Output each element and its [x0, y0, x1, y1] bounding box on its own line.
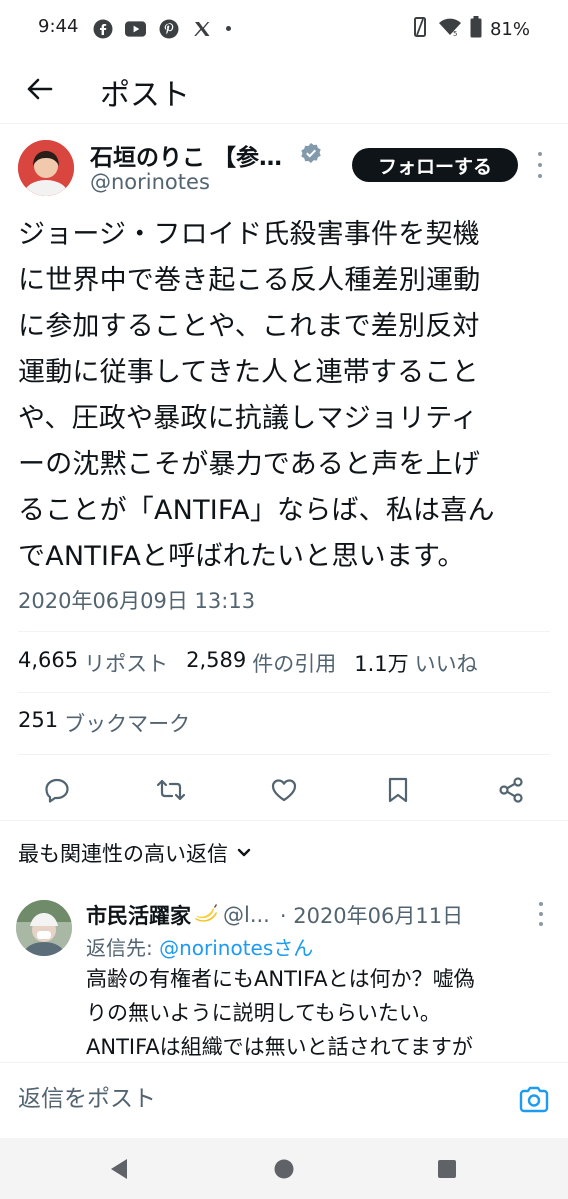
reply-button[interactable]	[41, 774, 73, 806]
top-app-bar: ポスト	[0, 58, 568, 124]
reply-author-name[interactable]: 市民活躍家	[86, 900, 191, 930]
tweet-author: 石垣のりこ 【参… @norinotes フォローする	[0, 130, 568, 206]
chevron-down-icon	[237, 848, 251, 857]
bookmarks-label: ブックマーク	[64, 712, 191, 736]
bookmark-icon	[388, 777, 408, 803]
reply-to-link[interactable]: @norinotesさん	[159, 936, 313, 960]
divider	[18, 692, 550, 693]
system-icons: 5 81%	[410, 16, 530, 42]
youtube-icon	[125, 18, 146, 39]
like-button[interactable]	[268, 774, 300, 806]
wifi-icon: 5	[438, 17, 462, 41]
divider	[18, 631, 550, 632]
reply-item[interactable]: 市民活躍家 @l... · 2020年06月11日 返信先: @norinote…	[0, 890, 568, 1060]
share-icon	[499, 777, 523, 803]
reply-to: 返信先: @norinotesさん	[86, 932, 313, 961]
page-title: ポスト	[100, 78, 190, 113]
tweet-actions	[0, 768, 568, 812]
divider	[18, 754, 550, 755]
quotes-count[interactable]: 2,589	[186, 648, 246, 678]
divider	[0, 820, 568, 821]
bookmark-stats: 251 ブックマーク	[18, 708, 208, 738]
banana-icon	[193, 902, 219, 929]
tweet-timestamp[interactable]: 2020年06月09日 13:13	[18, 585, 255, 615]
square-recents-icon	[438, 1160, 456, 1178]
arrow-left-icon	[27, 78, 53, 100]
reply-header: 市民活躍家 @l... · 2020年06月11日	[86, 900, 463, 930]
reply-sort-dropdown[interactable]: 最も関連性の高い返信	[18, 838, 252, 868]
system-navigation-bar	[0, 1138, 568, 1199]
vibrate-icon	[410, 16, 430, 42]
likes-label[interactable]: いいね	[415, 648, 478, 678]
reply-input[interactable]	[18, 1081, 478, 1117]
bookmarks-count: 251	[18, 708, 59, 732]
author-avatar[interactable]	[18, 140, 74, 196]
reply-avatar[interactable]	[16, 900, 72, 956]
verified-badge-icon	[300, 142, 322, 164]
svg-text:5: 5	[453, 30, 457, 37]
reposts-count[interactable]: 4,665	[18, 648, 78, 678]
camera-button[interactable]	[518, 1085, 550, 1115]
pinterest-icon	[158, 18, 179, 39]
reply-composer	[0, 1062, 568, 1138]
likes-count[interactable]: 1.1万	[354, 648, 408, 678]
repost-icon	[156, 779, 186, 801]
reply-date[interactable]: · 2020年06月11日	[280, 900, 463, 930]
circle-home-icon	[274, 1159, 294, 1179]
more-options-icon[interactable]	[532, 152, 548, 178]
reply-author-handle[interactable]: @l...	[223, 903, 270, 927]
reply-to-prefix: 返信先:	[86, 936, 160, 960]
bookmark-button[interactable]	[382, 774, 414, 806]
reply-text: 高齢の有権者にもANTIFAとは何か？嘘偽 りの無いように説明してもらいたい。 …	[86, 967, 475, 1059]
battery-percent: 81%	[489, 18, 530, 40]
status-time: 9:44	[38, 16, 79, 37]
x-icon	[191, 18, 212, 39]
facebook-icon	[92, 18, 113, 39]
notification-icons	[92, 18, 231, 39]
quotes-label[interactable]: 件の引用	[252, 648, 336, 678]
nav-recents-button[interactable]	[434, 1156, 460, 1182]
nav-back-button[interactable]	[106, 1156, 132, 1182]
reply-more-options-icon[interactable]	[534, 902, 548, 926]
author-name[interactable]: 石垣のりこ 【参…	[90, 138, 282, 172]
triangle-back-icon	[111, 1159, 127, 1179]
tweet-text: ジョージ・フロイド氏殺害事件を契機 に世界中で巻き起こる反人種差別運動 に参加す…	[18, 219, 495, 572]
reply-icon	[45, 778, 69, 803]
camera-icon	[519, 1086, 549, 1113]
back-button[interactable]	[22, 72, 56, 106]
heart-icon	[271, 779, 297, 802]
status-bar: 9:44 5 81%	[0, 0, 568, 58]
battery-icon	[470, 16, 482, 42]
engagement-stats: 4,665 リポスト 2,589 件の引用 1.1万 いいね	[18, 648, 496, 678]
share-button[interactable]	[495, 774, 527, 806]
reposts-label[interactable]: リポスト	[84, 648, 168, 678]
reply-sort-label: 最も関連性の高い返信	[18, 842, 228, 866]
more-notifications-dot	[226, 26, 231, 31]
nav-home-button[interactable]	[271, 1156, 297, 1182]
follow-button[interactable]: フォローする	[352, 148, 518, 182]
author-handle[interactable]: @norinotes	[90, 170, 210, 194]
repost-button[interactable]	[155, 774, 187, 806]
